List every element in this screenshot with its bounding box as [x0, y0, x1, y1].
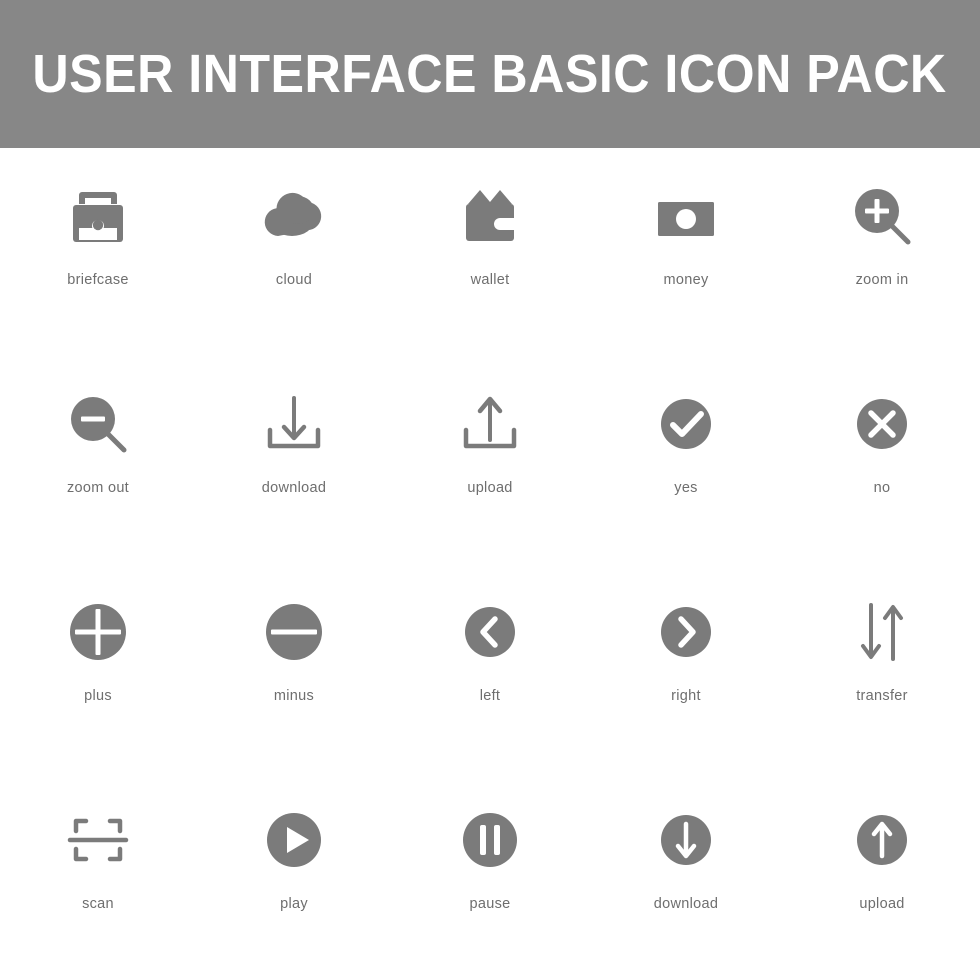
icon-cell-plus[interactable]: plus: [0, 564, 196, 772]
icon-pack-page: USER INTERFACE BASIC ICON PACK briefcase: [0, 0, 980, 980]
icon-cell-pause[interactable]: pause: [392, 772, 588, 980]
header-banner: USER INTERFACE BASIC ICON PACK: [0, 0, 980, 148]
close-circle-icon: [836, 378, 928, 470]
icon-cell-right[interactable]: right: [588, 564, 784, 772]
icon-cell-left[interactable]: left: [392, 564, 588, 772]
briefcase-icon: [52, 170, 144, 262]
icon-label: cloud: [275, 272, 313, 288]
icon-label: transfer: [856, 688, 908, 704]
icon-label: download: [653, 896, 719, 912]
icon-cell-minus[interactable]: minus: [196, 564, 392, 772]
download-circle-icon: [640, 794, 732, 886]
pause-circle-icon: [444, 794, 536, 886]
icon-label: zoom out: [66, 480, 130, 496]
icon-cell-wallet[interactable]: wallet: [392, 148, 588, 356]
icon-label: minus: [273, 688, 315, 704]
page-title: USER INTERFACE BASIC ICON PACK: [32, 44, 948, 104]
icon-cell-money[interactable]: money: [588, 148, 784, 356]
chevron-right-icon: [640, 586, 732, 678]
icon-label: download: [261, 480, 327, 496]
icon-cell-transfer[interactable]: transfer: [784, 564, 980, 772]
upload-circle-icon: [836, 794, 928, 886]
icon-label: play: [280, 896, 308, 912]
scan-icon: [52, 794, 144, 886]
zoom-out-icon: [52, 378, 144, 470]
icon-cell-no[interactable]: no: [784, 356, 980, 564]
cloud-icon: [248, 170, 340, 262]
zoom-in-icon: [836, 170, 928, 262]
icon-label: left: [479, 688, 501, 704]
icon-label: scan: [82, 896, 114, 912]
icon-cell-briefcase[interactable]: briefcase: [0, 148, 196, 356]
icon-cell-zoom-out[interactable]: zoom out: [0, 356, 196, 564]
icon-cell-upload-tray[interactable]: upload: [392, 356, 588, 564]
icon-cell-download-tray[interactable]: download: [196, 356, 392, 564]
wallet-icon: [444, 170, 536, 262]
icon-cell-cloud[interactable]: cloud: [196, 148, 392, 356]
icon-label: plus: [84, 688, 112, 704]
icon-label: yes: [674, 480, 698, 496]
icon-label: right: [671, 688, 701, 704]
icon-cell-download-circle[interactable]: download: [588, 772, 784, 980]
icon-label: wallet: [470, 272, 510, 288]
minus-circle-icon: [248, 586, 340, 678]
icon-cell-zoom-in[interactable]: zoom in: [784, 148, 980, 356]
icon-label: pause: [469, 896, 511, 912]
download-tray-icon: [248, 378, 340, 470]
plus-circle-icon: [52, 586, 144, 678]
transfer-icon: [836, 586, 928, 678]
icon-label: upload: [859, 896, 905, 912]
upload-tray-icon: [444, 378, 536, 470]
icon-label: zoom in: [855, 272, 909, 288]
icon-cell-play[interactable]: play: [196, 772, 392, 980]
check-circle-icon: [640, 378, 732, 470]
icon-label: no: [873, 480, 891, 496]
money-icon: [640, 170, 732, 262]
chevron-left-icon: [444, 586, 536, 678]
icon-label: briefcase: [67, 272, 129, 288]
icon-label: upload: [467, 480, 513, 496]
icon-cell-upload-circle[interactable]: upload: [784, 772, 980, 980]
play-circle-icon: [248, 794, 340, 886]
icon-cell-scan[interactable]: scan: [0, 772, 196, 980]
icon-cell-yes[interactable]: yes: [588, 356, 784, 564]
icon-label: money: [663, 272, 709, 288]
icon-grid: briefcase cloud wallet money zoom in zoo…: [0, 148, 980, 980]
